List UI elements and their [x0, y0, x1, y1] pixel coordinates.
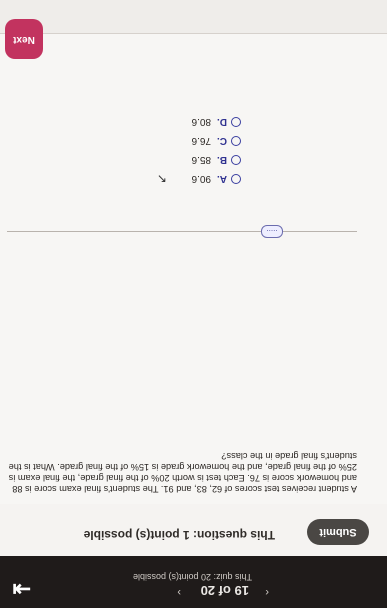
option-value: 90.6	[191, 173, 211, 184]
question-text: A student receives test scores of 62, 83…	[8, 451, 357, 494]
radio-icon[interactable]	[231, 116, 241, 127]
option-letter: D.	[217, 116, 227, 127]
next-button[interactable]: Next	[5, 19, 43, 59]
quiz-points-total: This quiz: 20 point(s) possible	[132, 572, 252, 582]
screen: ⇥ ‹ 19 of 20 › This quiz: 20 point(s) po…	[0, 0, 387, 608]
back-arrow-icon[interactable]: ⇥	[9, 577, 31, 602]
divider	[7, 231, 357, 232]
question-panel: A student receives test scores of 62, 83…	[0, 34, 387, 504]
option-b[interactable]: B. 85.6	[192, 154, 241, 165]
radio-icon[interactable]	[231, 135, 241, 146]
next-question-icon[interactable]: ›	[177, 586, 181, 598]
submit-button[interactable]: Submit	[307, 519, 369, 545]
option-letter: A.	[217, 173, 227, 184]
question-points: This question: 1 point(s) possible	[83, 528, 275, 542]
prev-question-icon[interactable]: ‹	[265, 586, 269, 598]
option-value: 85.6	[191, 154, 211, 165]
question-pager: 19 of 20	[200, 583, 249, 598]
option-letter: B.	[217, 154, 227, 165]
question-header: This question: 1 point(s) possible Submi…	[0, 503, 387, 556]
option-letter: C.	[217, 135, 227, 146]
top-bar: ⇥ ‹ 19 of 20 › This quiz: 20 point(s) po…	[0, 556, 387, 608]
option-c[interactable]: C. 76.6	[192, 135, 241, 146]
mouse-cursor-icon: ↖	[156, 172, 167, 186]
bottom-bar: Next	[0, 0, 387, 59]
option-a[interactable]: A. 90.6	[192, 173, 241, 184]
more-button[interactable]: .....	[261, 225, 283, 238]
option-d[interactable]: D. 80.6	[192, 116, 241, 127]
radio-icon[interactable]	[231, 173, 241, 184]
option-value: 80.6	[191, 116, 211, 127]
option-value: 76.6	[191, 135, 211, 146]
radio-icon[interactable]	[231, 154, 241, 165]
